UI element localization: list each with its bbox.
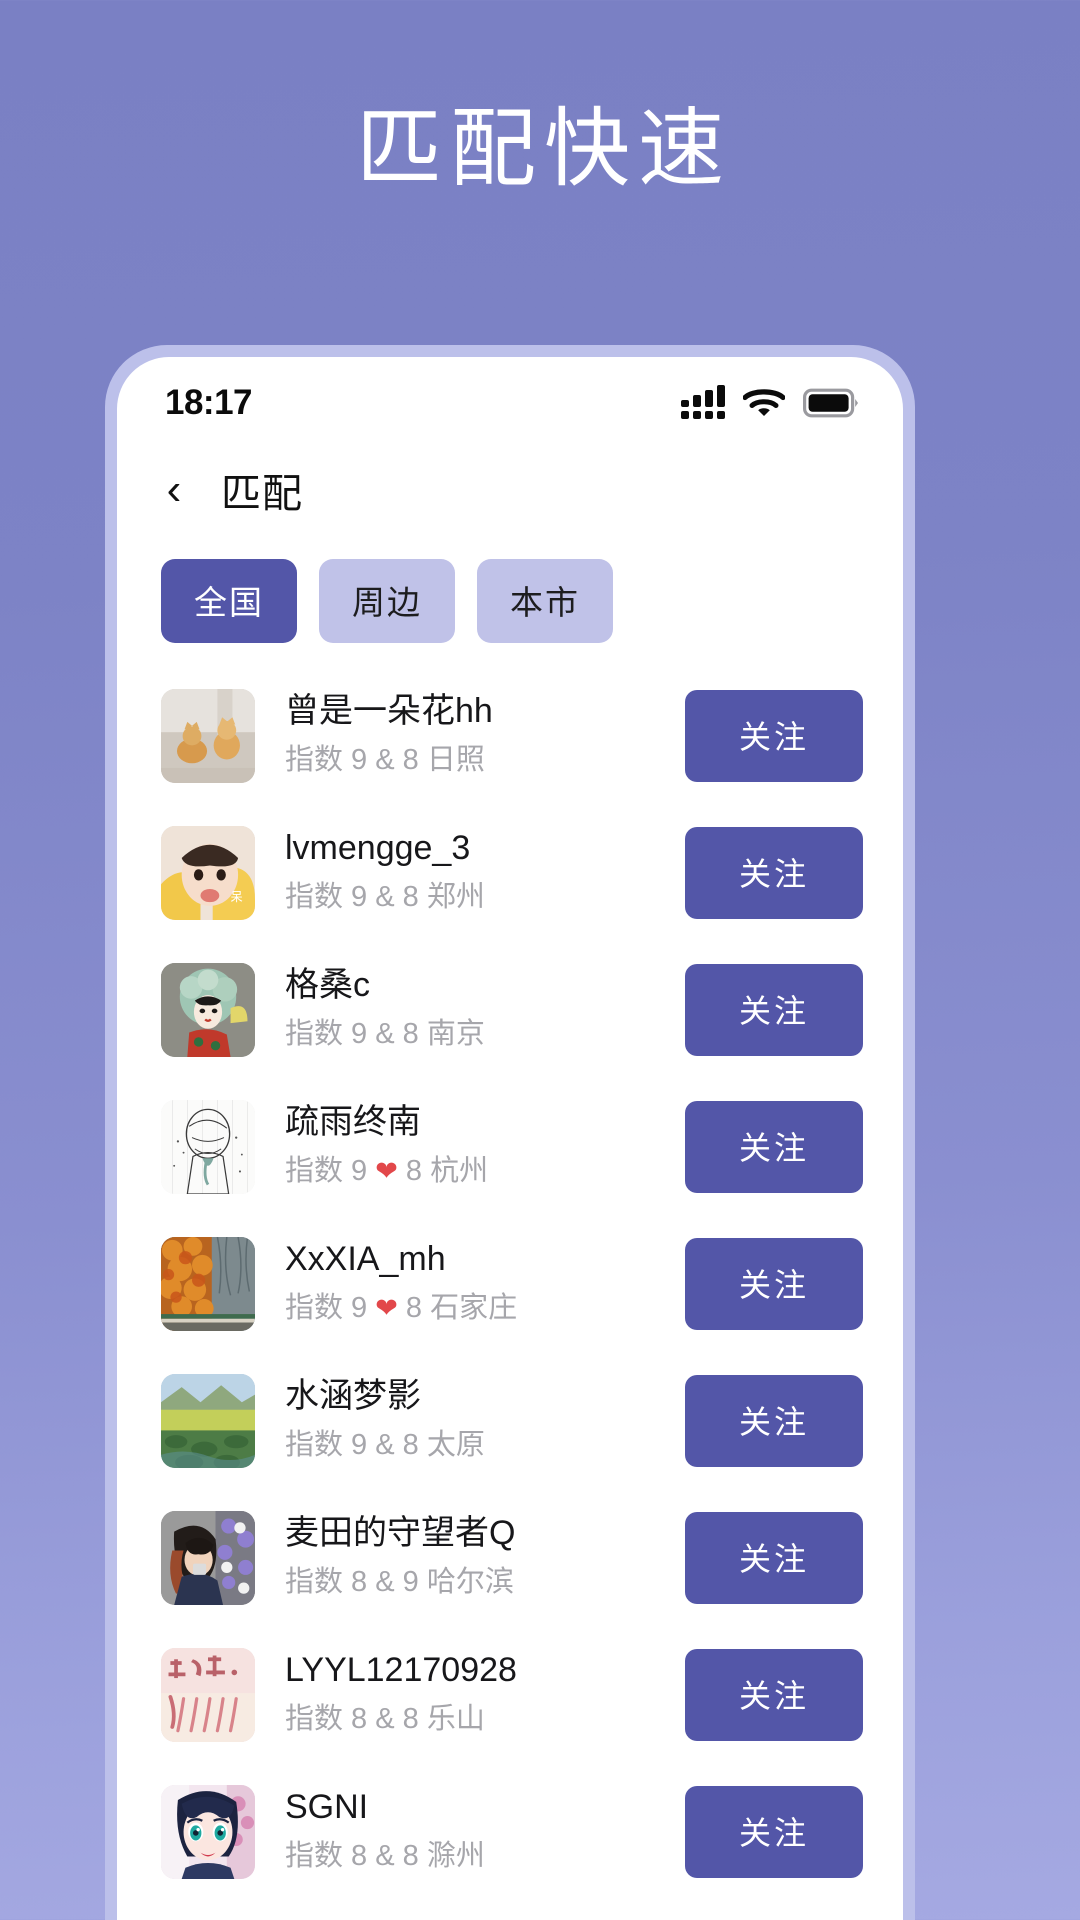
phone-mockup-frame: 18:17 ‹ 匹配 全国 周边 本市 曾是一朵花hh 指数 9 & 8 日照 … [105, 345, 915, 1920]
user-list-item[interactable]: 曾是一朵花hh 指数 9 & 8 日照 关注 [117, 667, 903, 804]
user-list: 曾是一朵花hh 指数 9 & 8 日照 关注 呆 lvmengge_3 指数 9… [117, 661, 903, 1900]
avatar-child-photo: 呆 [161, 825, 255, 920]
avatar-anime-girl [161, 1784, 255, 1879]
back-icon[interactable]: ‹ [157, 468, 191, 512]
avatar-sketch-drawing [161, 1099, 255, 1194]
user-score-city: 8 郑州 [394, 881, 485, 914]
ampersand-separator: & [375, 1840, 395, 1873]
user-score-city: 8 日照 [394, 744, 485, 777]
user-meta: 指数 9 ❤ 8 石家庄 [285, 1288, 685, 1329]
follow-button-5[interactable]: 关注 [685, 1237, 863, 1330]
phone-screen: 18:17 ‹ 匹配 全国 周边 本市 曾是一朵花hh 指数 9 & 8 日照 … [117, 357, 903, 1920]
user-list-item[interactable]: 水涵梦影 指数 9 & 8 太原 关注 [117, 1352, 903, 1489]
filter-tab-city[interactable]: 本市 [477, 559, 613, 643]
page-title: 匹配快速 [356, 101, 732, 197]
user-score-prefix: 指数 9 [285, 1155, 376, 1188]
user-info: 疏雨终南 指数 9 ❤ 8 杭州 [255, 1101, 685, 1192]
wifi-icon [743, 388, 785, 418]
user-meta: 指数 8 & 8 滁州 [285, 1836, 685, 1877]
ampersand-separator: & [375, 1018, 395, 1051]
user-info: 麦田的守望者Q 指数 8 & 9 哈尔滨 [255, 1512, 685, 1603]
user-info: lvmengge_3 指数 9 & 8 郑州 [255, 827, 685, 918]
ampersand-separator: & [375, 1429, 395, 1462]
user-list-item[interactable]: 呆 lvmengge_3 指数 9 & 8 郑州 关注 [117, 804, 903, 941]
user-score-city: 8 杭州 [397, 1155, 489, 1188]
user-name: 麦田的守望者Q [285, 1513, 516, 1552]
avatar-opera-portrait [161, 962, 255, 1057]
follow-button-6[interactable]: 关注 [685, 1374, 863, 1467]
user-info: LYYL12170928 指数 8 & 8 乐山 [255, 1649, 685, 1740]
user-name: LYYL12170928 [285, 1650, 517, 1689]
ampersand-separator: & [375, 1703, 395, 1736]
svg-text:呆: 呆 [231, 890, 243, 904]
user-score-prefix: 指数 9 [285, 881, 376, 914]
user-name: 曾是一朵花hh [285, 691, 493, 730]
heart-icon: ❤ [375, 1293, 398, 1324]
user-list-item[interactable]: SGNI 指数 8 & 8 滁州 关注 [117, 1763, 903, 1900]
user-list-item[interactable]: 格桑c 指数 9 & 8 南京 关注 [117, 941, 903, 1078]
user-score-city: 8 乐山 [394, 1703, 485, 1736]
user-list-item[interactable]: 麦田的守望者Q 指数 8 & 9 哈尔滨 关注 [117, 1489, 903, 1626]
user-name: SGNI [285, 1787, 369, 1826]
user-name: lvmengge_3 [285, 828, 471, 867]
user-score-prefix: 指数 9 [285, 1429, 376, 1462]
user-meta: 指数 8 & 9 哈尔滨 [285, 1562, 685, 1603]
user-score-city: 8 南京 [394, 1018, 485, 1051]
filter-tabs: 全国 周边 本市 [117, 529, 903, 661]
user-score-prefix: 指数 9 [285, 1292, 376, 1325]
avatar-pink-calligraphy [161, 1647, 255, 1742]
follow-button-7[interactable]: 关注 [685, 1511, 863, 1604]
user-info: XxXIA_mh 指数 9 ❤ 8 石家庄 [255, 1238, 685, 1329]
follow-button-3[interactable]: 关注 [685, 963, 863, 1056]
user-score-city: 8 太原 [394, 1429, 485, 1462]
user-meta: 指数 9 & 8 郑州 [285, 877, 685, 918]
user-info: 水涵梦影 指数 9 & 8 太原 [255, 1375, 685, 1466]
user-info: SGNI 指数 8 & 8 滁州 [255, 1786, 685, 1877]
signal-bars-icon [681, 385, 725, 419]
avatar-lake-landscape [161, 1373, 255, 1468]
user-score-city: 8 石家庄 [397, 1292, 518, 1325]
user-meta: 指数 8 & 8 乐山 [285, 1699, 685, 1740]
user-score-city: 9 哈尔滨 [394, 1566, 514, 1599]
nav-bar: ‹ 匹配 [117, 435, 903, 529]
user-score-prefix: 指数 9 [285, 744, 376, 777]
avatar-girl-flowers-photo [161, 1510, 255, 1605]
filter-tab-nationwide[interactable]: 全国 [161, 559, 297, 643]
user-score-prefix: 指数 8 [285, 1703, 376, 1736]
filter-tab-nearby[interactable]: 周边 [319, 559, 455, 643]
user-list-item[interactable]: LYYL12170928 指数 8 & 8 乐山 关注 [117, 1626, 903, 1763]
nav-title: 匹配 [221, 472, 303, 516]
avatar-cats-photo [161, 688, 255, 783]
follow-button-2[interactable]: 关注 [685, 826, 863, 919]
user-name: XxXIA_mh [285, 1239, 446, 1278]
user-score-city: 8 滁州 [394, 1840, 485, 1873]
user-meta: 指数 9 & 8 太原 [285, 1425, 685, 1466]
follow-button-4[interactable]: 关注 [685, 1100, 863, 1193]
user-list-item[interactable]: XxXIA_mh 指数 9 ❤ 8 石家庄 关注 [117, 1215, 903, 1352]
user-score-prefix: 指数 8 [285, 1566, 376, 1599]
user-list-item[interactable]: 疏雨终南 指数 9 ❤ 8 杭州 关注 [117, 1078, 903, 1215]
user-name: 水涵梦影 [285, 1376, 421, 1415]
avatar-autumn-tree-photo [161, 1236, 255, 1331]
ampersand-separator: & [375, 744, 395, 777]
user-score-prefix: 指数 9 [285, 1018, 376, 1051]
battery-full-icon [803, 388, 859, 418]
status-bar-icons [681, 385, 859, 419]
ampersand-separator: & [375, 881, 395, 914]
user-info: 曾是一朵花hh 指数 9 & 8 日照 [255, 690, 685, 781]
follow-button-1[interactable]: 关注 [685, 689, 863, 782]
user-meta: 指数 9 & 8 南京 [285, 1014, 685, 1055]
user-score-prefix: 指数 8 [285, 1840, 376, 1873]
follow-button-9[interactable]: 关注 [685, 1785, 863, 1878]
follow-button-8[interactable]: 关注 [685, 1648, 863, 1741]
user-name: 格桑c [285, 965, 370, 1004]
user-name: 疏雨终南 [285, 1102, 421, 1141]
status-bar: 18:17 [117, 357, 903, 435]
status-bar-time: 18:17 [165, 383, 253, 422]
heart-icon: ❤ [375, 1156, 398, 1187]
user-info: 格桑c 指数 9 & 8 南京 [255, 964, 685, 1055]
user-meta: 指数 9 & 8 日照 [285, 740, 685, 781]
user-meta: 指数 9 ❤ 8 杭州 [285, 1151, 685, 1192]
ampersand-separator: & [375, 1566, 395, 1599]
